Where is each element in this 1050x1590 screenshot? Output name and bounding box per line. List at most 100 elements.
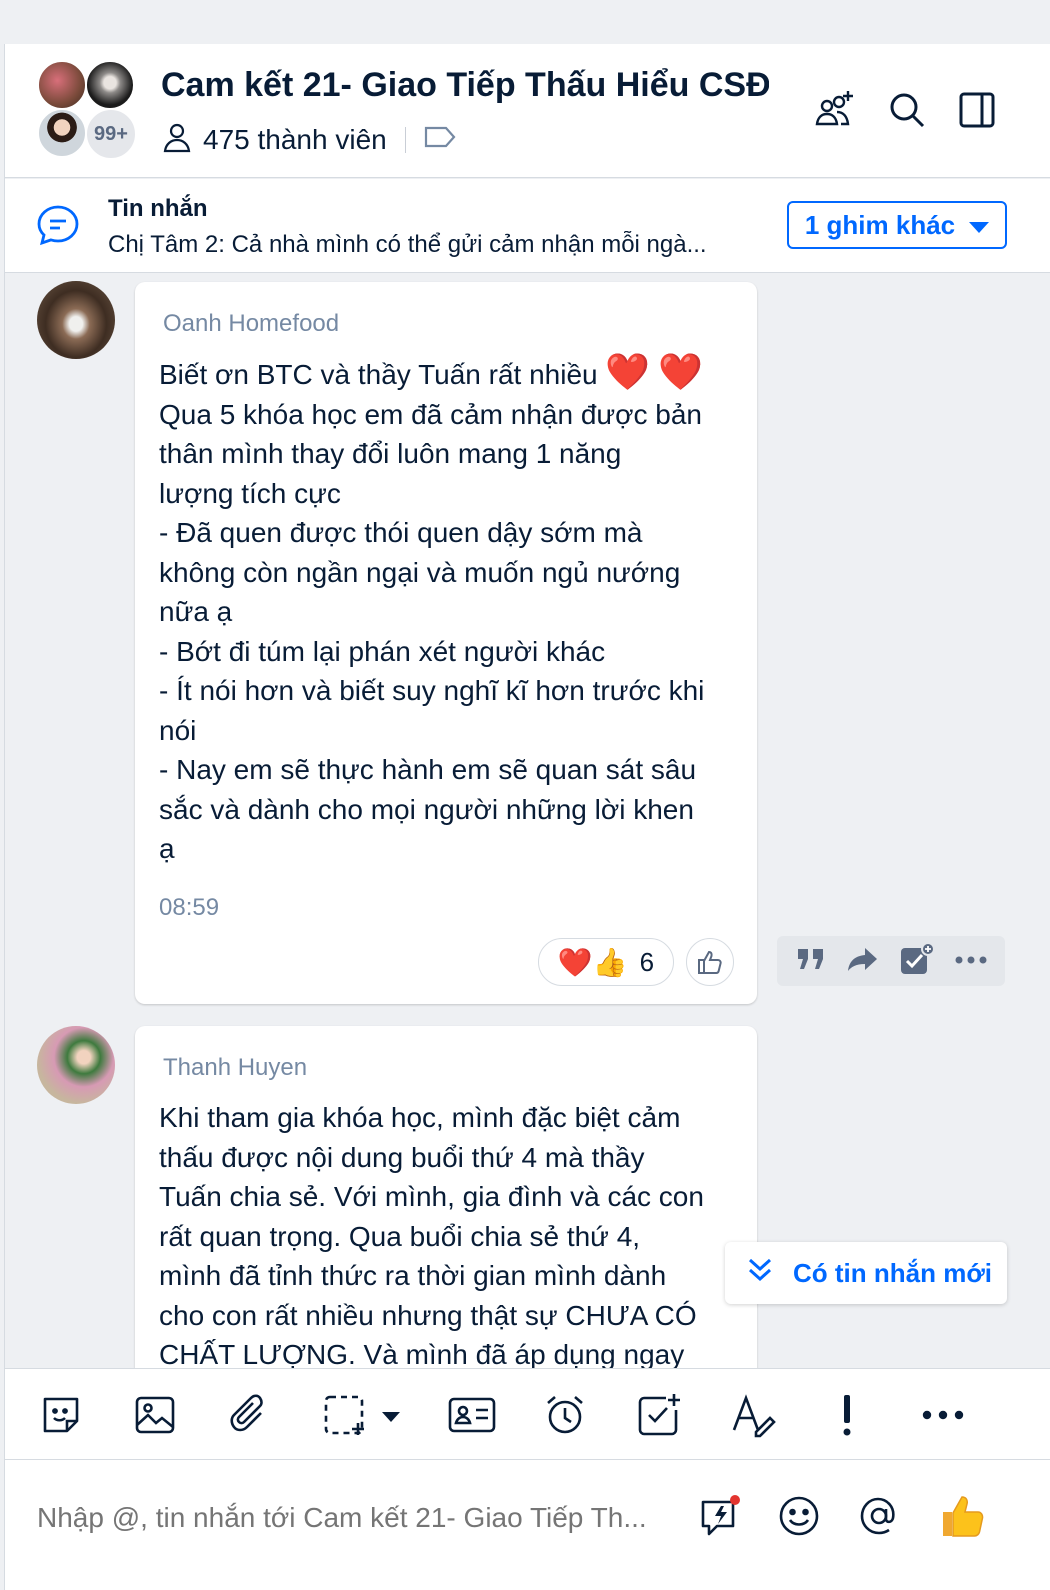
message-time: 08:59 [159, 894, 220, 921]
sidebar-panel-icon [959, 92, 995, 128]
reaction-summary[interactable]: ❤️👍 6 [538, 938, 674, 986]
message-line: thấu được nội dung buổi thứ 4 mà thầy [159, 1141, 645, 1173]
tag-icon[interactable] [424, 124, 466, 156]
quick-message-icon [701, 1495, 740, 1536]
forward-icon[interactable] [846, 945, 880, 978]
message-line: ạ [159, 833, 175, 864]
message-line: không còn ngần ngại và muốn ngủ nướng [159, 556, 681, 588]
message-line: CHẤT LƯỢNG. Và mình đã áp dụng ngay [159, 1339, 685, 1368]
smiley-icon [779, 1496, 819, 1536]
emoji-button[interactable] [773, 1490, 825, 1542]
thumbs-up-icon [943, 1496, 984, 1537]
image-button[interactable] [131, 1391, 179, 1439]
more-options-icon [922, 1410, 964, 1420]
caret-down-icon [969, 221, 990, 233]
message-text: Khi tham gia khóa học, mình đặc biệt cảm… [159, 1098, 744, 1368]
reminder-button[interactable] [541, 1391, 589, 1439]
sticker-button[interactable] [37, 1391, 85, 1439]
chat-bubble-icon [35, 203, 81, 254]
sticker-icon [43, 1397, 79, 1433]
person-icon [161, 121, 203, 160]
member-avatar [37, 60, 87, 110]
message-line: rất quan trọng. Qua buổi chia sẻ thứ 4, [159, 1220, 641, 1252]
sender-avatar[interactable] [37, 1026, 115, 1104]
message-bubble[interactable]: Thanh Huyen Khi tham gia khóa học, mình … [135, 1026, 757, 1368]
attach-file-button[interactable] [225, 1391, 273, 1439]
add-task-icon[interactable] [899, 941, 935, 981]
more-pins-button[interactable]: 1 ghim khác [787, 201, 1007, 249]
at-sign-icon [860, 1497, 895, 1535]
exclamation-icon [843, 1395, 851, 1436]
heart-emoji-icon: ❤️ [605, 351, 651, 392]
message-line: nói [159, 714, 197, 746]
group-avatar[interactable]: 99+ [37, 60, 141, 164]
member-info: 475 thành viên [161, 122, 466, 158]
message-composer [5, 1460, 1050, 1590]
screenshot-button[interactable] [319, 1391, 409, 1439]
message-line: - Đã quen được thói quen dậy sớm mà [159, 517, 643, 548]
member-count[interactable]: 475 thành viên [203, 124, 387, 156]
message-line: thân mình thay đổi luôn mang 1 năng [159, 438, 622, 469]
sender-name: Oanh Homefood [163, 310, 340, 337]
task-icon [638, 1394, 680, 1436]
message-list[interactable]: Oanh Homefood Biết ơn BTC và thầy Tuấn r… [5, 274, 1050, 1368]
member-avatar [37, 108, 87, 158]
pinned-message-bar[interactable]: Tin nhắn Chị Tâm 2: Cả nhà mình có thể g… [5, 179, 1050, 273]
text-format-icon [732, 1394, 776, 1438]
mention-button[interactable] [853, 1490, 905, 1542]
pinned-preview[interactable]: Chị Tâm 2: Cả nhà mình có thể gửi cảm nh… [108, 231, 738, 259]
sender-avatar[interactable] [37, 281, 115, 359]
message-line: lượng tích cực [159, 477, 341, 509]
new-message-label: Có tin nhắn mới [793, 1257, 993, 1288]
message-line: Khi tham gia khóa học, mình đặc biệt cảm [159, 1102, 681, 1133]
member-avatar [85, 60, 135, 110]
more-pins-label: 1 ghim khác [804, 209, 956, 240]
message-line: Tuấn chia sẻ. Với mình, gia đình và các … [159, 1181, 704, 1212]
more-tools-button[interactable] [919, 1391, 967, 1439]
message-bubble[interactable]: Oanh Homefood Biết ơn BTC và thầy Tuấn r… [135, 282, 757, 1004]
thumbs-up-icon [698, 950, 722, 974]
message-line: sắc và dành cho mọi người những lời khen [159, 793, 694, 825]
more-options-icon[interactable] [954, 952, 988, 970]
chat-window: 99+ Cam kết 21- Giao Tiếp Thấu Hiểu CSĐI… [4, 44, 1050, 1590]
contact-card-icon [448, 1397, 496, 1433]
conversation-header: 99+ Cam kết 21- Giao Tiếp Thấu Hiểu CSĐI… [5, 44, 1050, 178]
message-input[interactable] [37, 1496, 682, 1540]
toggle-panel-button[interactable] [953, 86, 1001, 134]
paperclip-icon [230, 1394, 263, 1432]
message-actions [777, 936, 1005, 986]
avatar-overflow-count: 99+ [85, 108, 137, 160]
message-line: mình đã tỉnh thức ra thời gian mình dành [159, 1260, 667, 1291]
reaction-emojis: ❤️👍 [557, 946, 628, 978]
pinned-title: Tin nhắn [108, 195, 208, 222]
mark-important-button[interactable] [823, 1391, 871, 1439]
add-member-button[interactable] [811, 86, 859, 134]
search-button[interactable] [883, 86, 931, 134]
send-like-button[interactable] [937, 1490, 989, 1542]
react-button[interactable] [686, 938, 734, 986]
assign-task-button[interactable] [635, 1391, 683, 1439]
screenshot-icon [324, 1395, 400, 1435]
heart-emoji-icon: ❤️ [657, 351, 703, 392]
add-people-icon [815, 91, 853, 126]
divider [404, 127, 406, 153]
new-message-button[interactable]: Có tin nhắn mới [725, 1242, 1007, 1304]
alarm-clock-icon [547, 1396, 583, 1434]
message-line: - Bớt đi túm lại phán xét người khác [159, 635, 606, 667]
contact-card-button[interactable] [445, 1391, 499, 1439]
reaction-count: 6 [639, 946, 655, 977]
message-line: cho con rất nhiều nhưng thật sự CHƯA CÓ [159, 1299, 697, 1331]
message-line: Biết ơn BTC và thầy Tuấn rất nhiều [159, 359, 598, 390]
message-line: Qua 5 khóa học em đã cảm nhận được bản [159, 398, 702, 430]
double-chevron-down-icon [745, 1255, 775, 1292]
quote-icon[interactable] [795, 945, 827, 978]
message-line: nữa ạ [159, 596, 233, 627]
composer-toolbar [5, 1368, 1050, 1460]
text-format-button[interactable] [729, 1391, 777, 1439]
search-icon [890, 93, 925, 128]
quick-message-button[interactable] [695, 1490, 747, 1542]
sender-name: Thanh Huyen [163, 1054, 308, 1081]
message-line: - Nay em sẽ thực hành em sẽ quan sát sâu [159, 754, 697, 785]
conversation-title[interactable]: Cam kết 21- Giao Tiếp Thấu Hiểu CSĐI [161, 66, 769, 110]
message-line: - Ít nói hơn và biết suy nghĩ kĩ hơn trư… [159, 675, 705, 706]
